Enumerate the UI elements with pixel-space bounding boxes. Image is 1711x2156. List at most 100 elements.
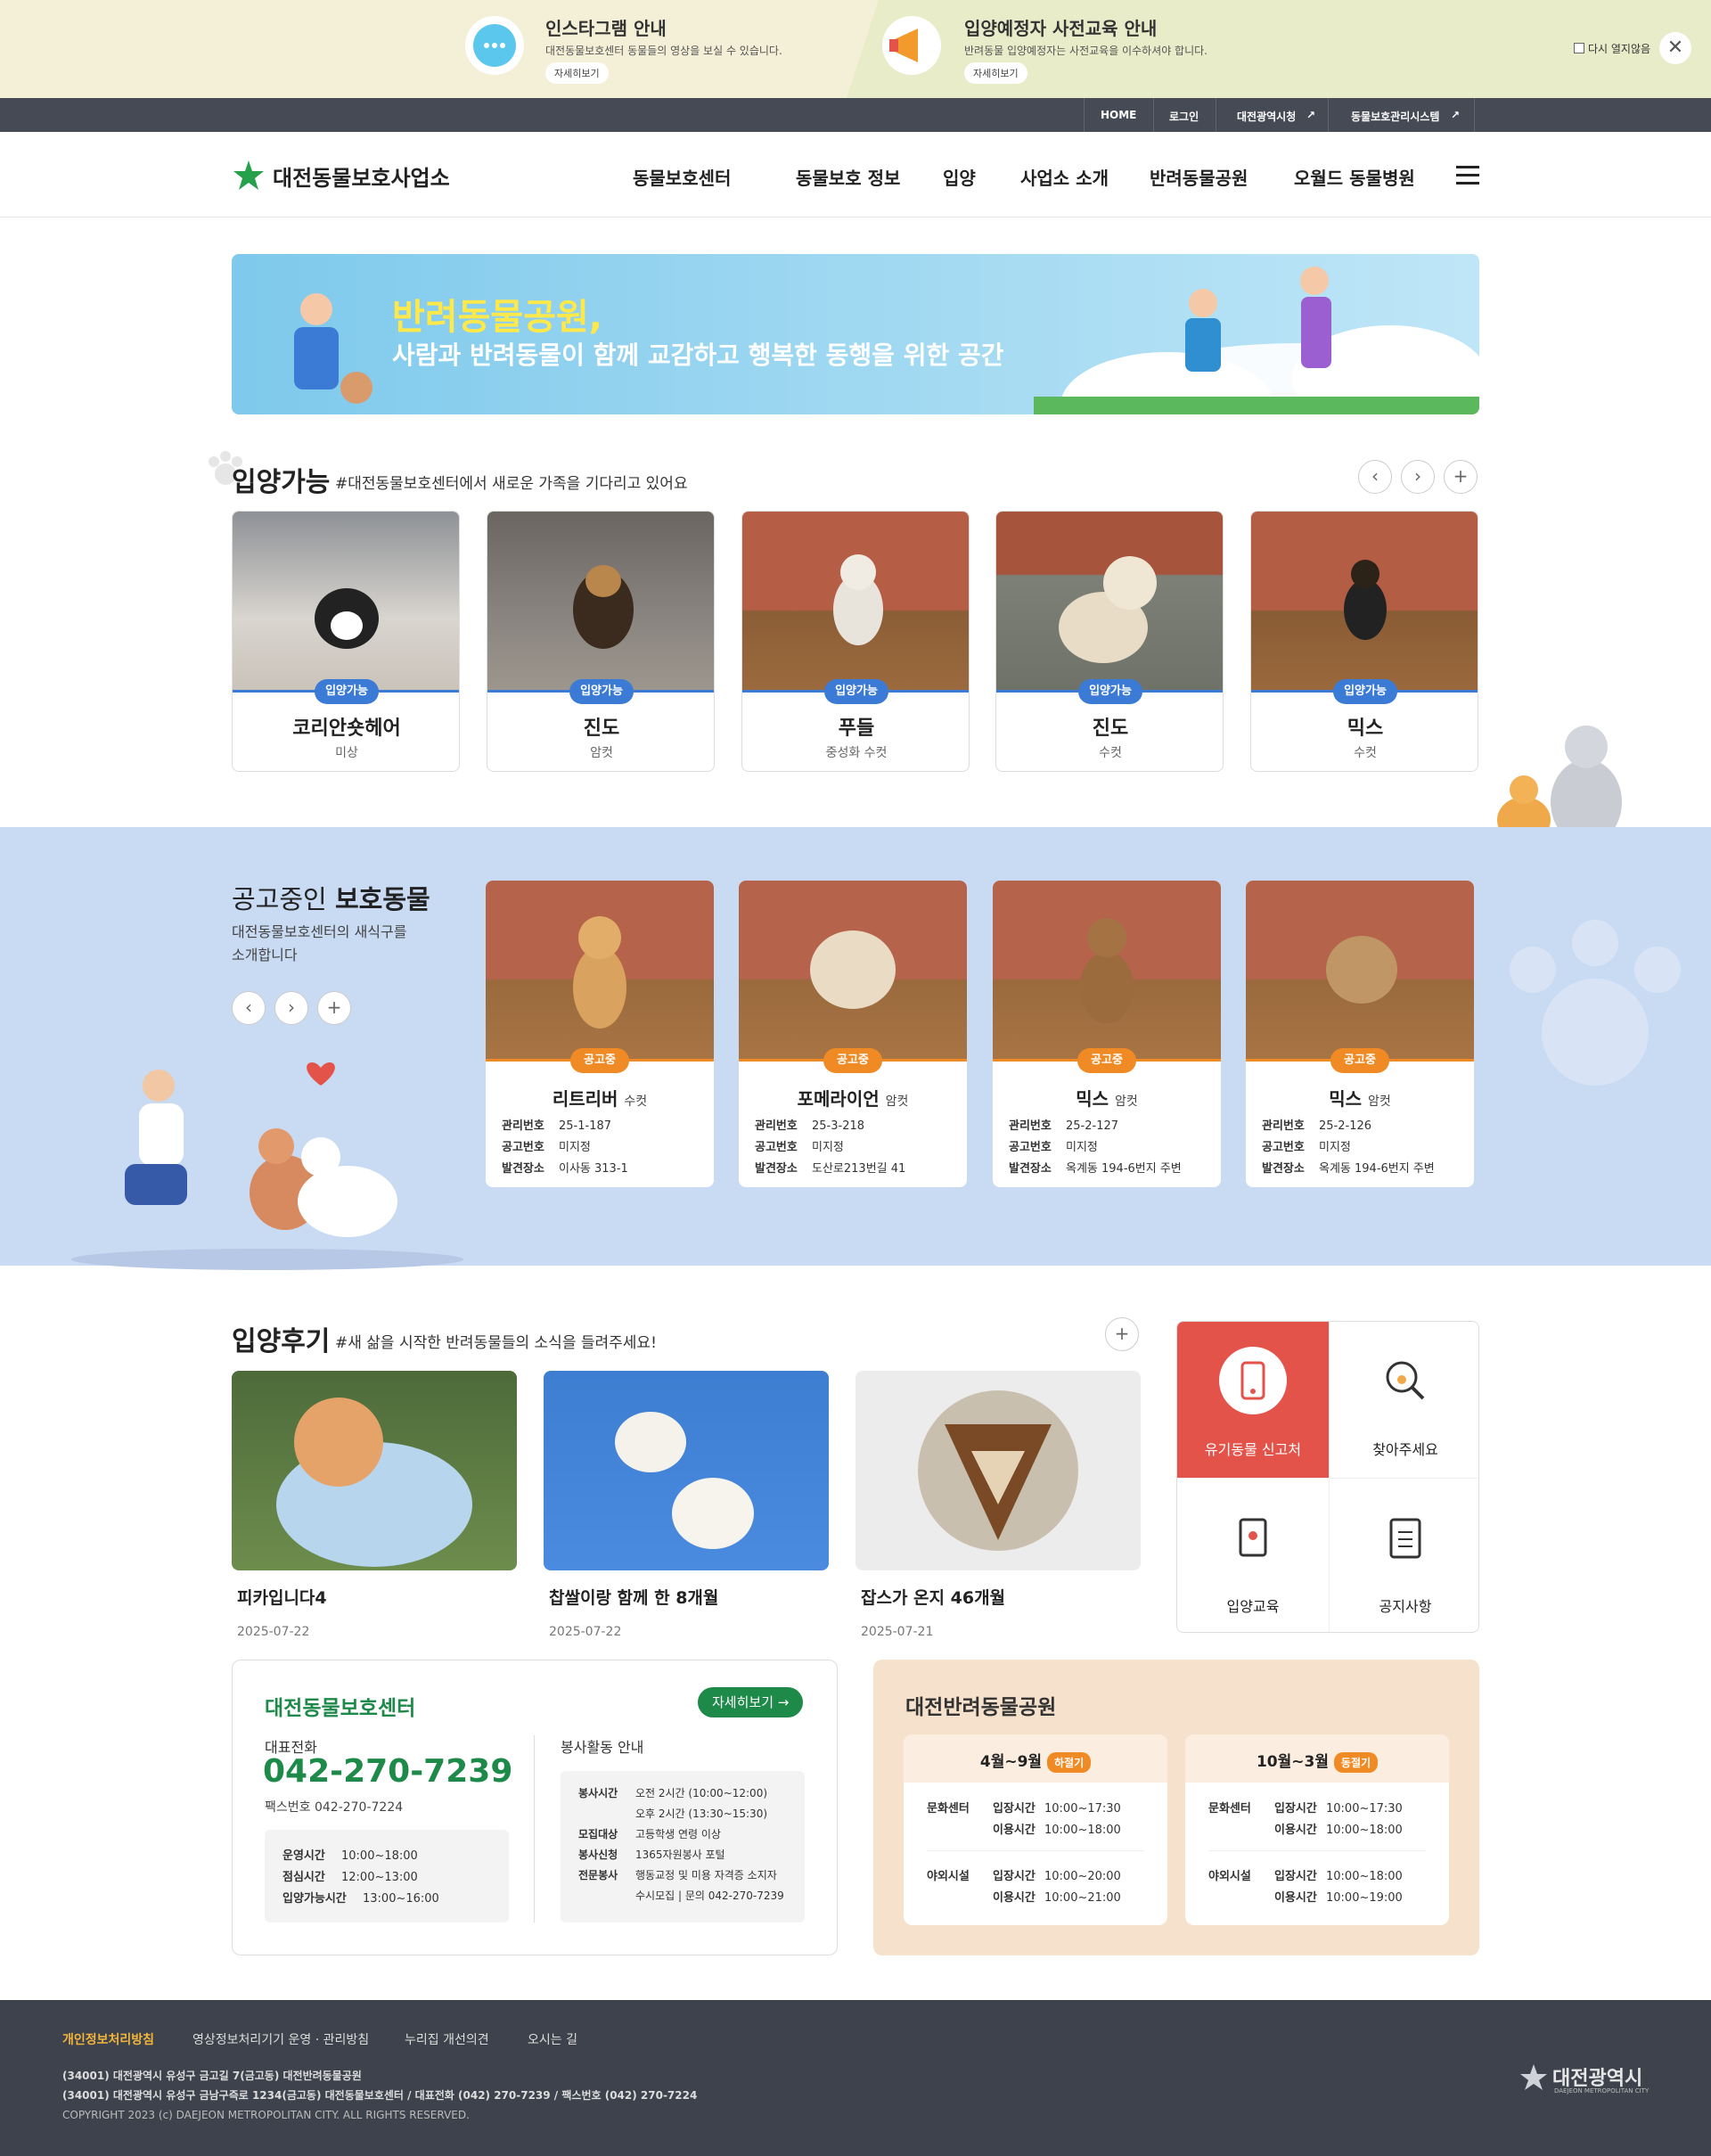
notice-education-more-button[interactable]: 자세히보기 <box>964 62 1027 84</box>
hours-label: 점심시간 <box>282 1871 325 1884</box>
magnifier-paw-icon <box>1379 1354 1432 1407</box>
label-found-place: 발견장소 <box>755 1162 798 1176</box>
menu-protection-info[interactable]: 동물보호 정보 <box>796 164 900 190</box>
main-navigation: 대전동물보호사업소 동물보호센터 동물보호 정보 입양 사업소 소개 반려동물공… <box>0 132 1711 217</box>
volunteer-label: 전문봉사 <box>578 1869 618 1881</box>
adopt-animal-sex: 중성화 수컷 <box>825 746 888 760</box>
divider <box>534 1735 535 1922</box>
adopt-card[interactable]: 입양가능 진도 암컷 <box>487 511 715 772</box>
protect-photo <box>993 881 1221 1062</box>
time-value: 10:00~17:30 <box>1044 1802 1121 1816</box>
notice-instagram-title: 인스타그램 안내 <box>545 18 667 39</box>
time-label: 입장시간 <box>1274 1870 1317 1883</box>
protect-card[interactable]: 공고중 포메라이언 암컷 관리번호 25-3-218 공고번호 미지정 발견장소 도산… <box>739 881 967 1187</box>
menu-adoption[interactable]: 입양 <box>943 164 976 190</box>
notice-bar: 인스타그램 안내 대전동물보호센터 동물들의 영상을 보실 수 있습니다. 자세… <box>0 0 1711 98</box>
hours-label: 입양가능시간 <box>282 1892 347 1906</box>
util-system-link[interactable]: 동물보호관리시스템 <box>1351 109 1439 124</box>
footer-privacy-link[interactable]: 개인정보처리방침 <box>62 2030 154 2048</box>
dont-show-checkbox[interactable] <box>1574 43 1584 53</box>
shelter-more-label: 자세히보기 <box>712 1694 774 1710</box>
volunteer-value: 오후 2시간 (13:30~15:30) <box>635 1808 768 1820</box>
menu-shelter[interactable]: 동물보호센터 <box>633 164 731 190</box>
footer-city-logo-en: DAEJEON METROPOLITAN CITY <box>1554 2087 1650 2095</box>
notice-instagram-more-button[interactable]: 자세히보기 <box>545 62 609 84</box>
quick-report-button[interactable]: 유기동물 신고처 <box>1177 1322 1329 1478</box>
util-login-link[interactable]: 로그인 <box>1169 109 1199 124</box>
protect-more-button[interactable]: + <box>317 991 351 1025</box>
time-value: 10:00~20:00 <box>1044 1870 1121 1883</box>
quick-education-button[interactable]: 입양교육 <box>1177 1478 1329 1632</box>
season-period: 10월~3월 <box>1256 1753 1329 1771</box>
footer-cctv-link[interactable]: 영상정보처리기기 운영 · 관리방침 <box>192 2030 369 2048</box>
adopt-prev-button[interactable]: ‹ <box>1358 460 1392 494</box>
menu-pet-park[interactable]: 반려동물공원 <box>1150 164 1248 190</box>
notice-no-value: 미지정 <box>1319 1141 1351 1154</box>
menu-oworld-hospital[interactable]: 오월드 동물병원 <box>1294 164 1415 190</box>
protect-sex: 암컷 <box>885 1094 909 1109</box>
protect-card[interactable]: 공고중 믹스 암컷 관리번호 25-2-127 공고번호 미지정 발견장소 옥계동 1… <box>993 881 1221 1187</box>
protect-subtitle-2: 소개합니다 <box>232 947 298 963</box>
footer-directions-link[interactable]: 오시는 길 <box>528 2030 577 2048</box>
notice-no-value: 미지정 <box>559 1141 591 1154</box>
review-card[interactable]: 찹쌀이랑 함께 한 8개월 2025-07-22 <box>544 1371 829 1639</box>
notice-education-title: 입양예정자 사전교육 안내 <box>964 18 1158 39</box>
adopt-animal-breed: 진도 <box>583 717 620 740</box>
protect-animal-breed: 믹스 암컷 <box>993 1085 1221 1111</box>
protect-card[interactable]: 공고중 믹스 암컷 관리번호 25-2-126 공고번호 미지정 발견장소 옥계동 1… <box>1246 881 1474 1187</box>
found-place-value: 도산로213번길 41 <box>812 1162 906 1176</box>
protect-section-title: 공고중인 보호동물 <box>232 879 430 916</box>
protect-status-badge: 공고중 <box>1330 1048 1389 1073</box>
protect-sex: 암컷 <box>1368 1094 1391 1109</box>
quick-education-label: 입양교육 <box>1226 1598 1280 1615</box>
adopt-photo <box>996 512 1223 693</box>
util-city-link[interactable]: 대전광역시청 <box>1237 109 1296 124</box>
close-icon[interactable]: ✕ <box>1659 32 1691 64</box>
review-card[interactable]: 잡스가 온지 46개월 2025-07-21 <box>856 1371 1141 1639</box>
quick-notice-button[interactable]: 공지사항 <box>1329 1478 1478 1632</box>
adopt-more-button[interactable]: + <box>1444 460 1478 494</box>
shelter-more-button[interactable]: 자세히보기 → <box>698 1687 804 1717</box>
shelter-title: 대전동물보호센터 <box>265 1697 416 1720</box>
util-home-link[interactable]: HOME <box>1101 109 1136 121</box>
notice-instagram-desc: 대전동물보호센터 동물들의 영상을 보실 수 있습니다. <box>545 45 782 57</box>
review-date: 2025-07-21 <box>861 1625 934 1639</box>
protect-breed-name: 포메라이언 <box>797 1088 880 1110</box>
label-notice-no: 공고번호 <box>1262 1141 1305 1154</box>
adopt-card[interactable]: 입양가능 믹스 수컷 <box>1250 511 1478 772</box>
protect-card[interactable]: 공고중 리트리버 수컷 관리번호 25-1-187 공고번호 미지정 발견장소 이사동… <box>486 881 714 1187</box>
hours-value: 13:00~16:00 <box>363 1892 439 1906</box>
volunteer-box: 봉사시간 오전 2시간 (10:00~12:00) 오후 2시간 (13:30~1… <box>561 1771 805 1922</box>
main-banner[interactable]: 반려동물공원, 사람과 반려동물이 함께 교감하고 행복한 동행을 위한 공간 <box>232 254 1479 414</box>
adopt-card[interactable]: 입양가능 코리안숏헤어 미상 <box>232 511 460 772</box>
quick-find-button[interactable]: 찾아주세요 <box>1329 1322 1478 1478</box>
label-notice-no: 공고번호 <box>755 1141 798 1154</box>
protect-prev-button[interactable]: ‹ <box>232 991 266 1025</box>
time-value: 10:00~21:00 <box>1044 1891 1121 1905</box>
adopt-card[interactable]: 입양가능 푸들 중성화 수컷 <box>741 511 970 772</box>
time-label: 이용시간 <box>1274 1891 1317 1905</box>
hamburger-menu-icon[interactable] <box>1456 166 1479 184</box>
megaphone-icon <box>882 16 941 75</box>
review-card[interactable]: 피카입니다4 2025-07-22 <box>232 1371 517 1639</box>
facility-label: 문화센터 <box>927 1802 970 1816</box>
site-logo[interactable]: 대전동물보호사업소 <box>273 160 450 192</box>
review-photo <box>232 1371 517 1570</box>
protect-next-button[interactable]: › <box>274 991 308 1025</box>
adopt-next-button[interactable]: › <box>1401 460 1435 494</box>
review-more-button[interactable]: + <box>1105 1317 1139 1351</box>
arrow-right-icon: → <box>777 1694 790 1710</box>
quick-report-label: 유기동물 신고처 <box>1204 1441 1302 1458</box>
label-found-place: 발견장소 <box>502 1162 544 1176</box>
hours-box: 운영시간 10:00~18:00 점심시간 12:00~13:00 입양가능시간 13… <box>265 1830 509 1922</box>
season-header: 10월~3월 동절기 <box>1185 1734 1449 1783</box>
footer-feedback-link[interactable]: 누리집 개선의견 <box>405 2030 489 2048</box>
menu-about[interactable]: 사업소 소개 <box>1020 164 1109 190</box>
volunteer-label: 봉사신청 <box>578 1849 618 1861</box>
notice-no-value: 미지정 <box>1066 1141 1098 1154</box>
season-tag: 동절기 <box>1333 1752 1379 1773</box>
adopt-card[interactable]: 입양가능 진도 수컷 <box>995 511 1224 772</box>
manage-no-value: 25-2-127 <box>1066 1119 1119 1133</box>
season-tag: 하절기 <box>1046 1752 1092 1773</box>
time-label: 이용시간 <box>1274 1824 1317 1837</box>
